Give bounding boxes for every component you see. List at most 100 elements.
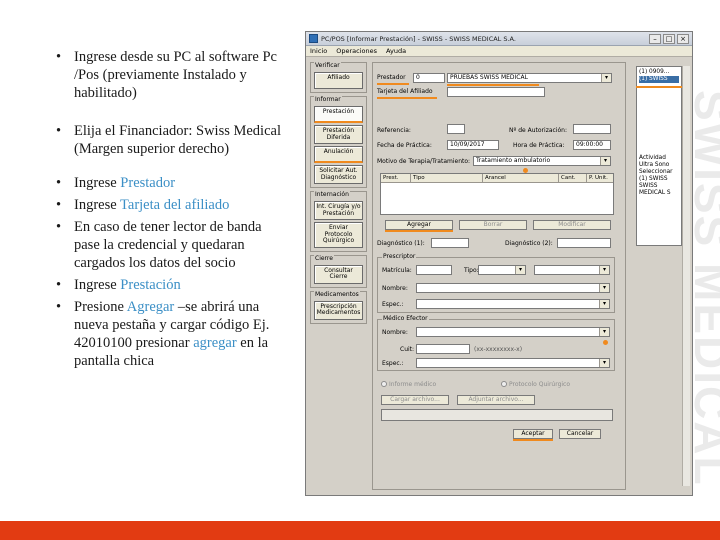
bullet-text: Ingrese [74,175,121,191]
consultar-cierre-button[interactable]: Consultar Cierre [314,264,363,284]
bullet-highlight: Tarjeta del afiliado [120,197,230,213]
prestaciones-grid[interactable]: Prest. Tipo Arancel Cant. P. Unit. [380,173,614,215]
financiador-list[interactable]: (1) 0909... (1) SWISS Actividad Ultra So… [636,66,682,246]
cancelar-button[interactable]: Cancelar [559,429,601,439]
tipo-extra-select[interactable] [534,265,610,275]
efector-nombre-select[interactable] [416,327,610,337]
nro-autorizacion-input[interactable] [573,124,611,134]
prestador-select[interactable]: PRUEBAS SWISS MEDICAL [447,73,612,83]
hora-input[interactable]: 09:00:00 [573,140,611,150]
title-bar: PC/POS [Informar Prestación] - SWISS - S… [306,32,692,46]
grid-header: Prest. Tipo Arancel Cant. P. Unit. [381,174,613,183]
efector-marker [603,340,608,345]
col-arancel: Arancel [483,174,559,182]
aceptar-highlight [513,439,553,441]
prestador-highlight [377,83,409,85]
minimize-button[interactable]: – [649,33,661,44]
bullet-highlight: Prestación [120,277,181,293]
efector-espec-select[interactable] [416,358,610,368]
bullet-text: Ingrese [74,277,121,293]
prestador-label: Prestador [377,74,406,81]
bullet-item: Ingrese Prestador [50,174,290,192]
col-punit: P. Unit. [589,175,608,181]
nav-group-title: Verificar [314,62,341,69]
efector-nombre-label: Nombre: [382,329,408,336]
maximize-button[interactable]: □ [663,33,675,44]
bullet-item: Ingrese desde su PC al software Pc /Pos … [50,48,290,102]
enviar-protocolo-button[interactable]: Enviar Protocolo Quirúrgico [314,222,363,248]
nav-group-informar: Informar Prestación Prestación Diferida … [310,96,367,188]
nav-group-medicamentos: Medicamentos Prescripción Medicamentos [310,290,367,324]
medico-efector-title: Médico Efector [382,315,429,322]
fecha-input[interactable]: 10/09/2017 [447,140,499,150]
tarjeta-highlight [377,97,437,99]
medico-efector-group: Médico Efector Nombre: Cuit: (xx-xxxxxxx… [377,315,615,371]
app-window: PC/POS [Informar Prestación] - SWISS - S… [305,31,693,496]
adjuntar-archivo-button[interactable]: Adjuntar archivo... [457,395,535,405]
bullet-item: En caso de tener lector de banda pase la… [50,218,290,272]
modificar-button[interactable]: Modificar [533,220,611,230]
anulacion-button[interactable]: Anulación [314,146,363,163]
cuit-input[interactable] [416,344,470,354]
archivo-path-field [381,409,613,421]
diag1-label: Diagnóstico (1): [377,240,425,247]
tarjeta-label: Tarjeta del Afiliado [377,88,433,95]
prestacion-diferida-button[interactable]: Prestación Diferida [314,125,363,144]
prestacion-button[interactable]: Prestación [314,106,363,123]
menu-inicio[interactable]: Inicio [310,47,327,55]
informe-medico-radio[interactable]: Informe médico [381,381,436,388]
nav-group-title: Cierre [314,254,334,262]
prestador-code-input[interactable]: 0 [413,73,445,83]
bullet-text: Ingrese desde su PC al software Pc /Pos … [74,49,277,101]
afiliado-button[interactable]: Afiliado [314,72,363,89]
prescripcion-medicamentos-button[interactable]: Prescripción Medicamentos [314,300,363,320]
matricula-label: Matrícula: [382,267,412,274]
menu-operaciones[interactable]: Operaciones [336,47,377,55]
footer-bar [0,521,720,540]
bullet-text: Elija el Financiador: Swiss Medical (Mar… [74,123,281,157]
vertical-scrollbar[interactable] [682,66,690,486]
motivo-select[interactable]: Tratamiento ambulatorio [473,156,611,166]
protocolo-quirurgico-radio[interactable]: Protocolo Quirúrgico [501,381,570,388]
agregar-button[interactable]: Agregar [385,220,453,230]
list-item: Actividad [639,155,666,161]
menu-bar: Inicio Operaciones Ayuda [306,46,692,57]
referencia-input[interactable] [447,124,465,134]
nav-group-title: Medicamentos [314,290,360,298]
diag2-input[interactable] [557,238,611,248]
int-cirugia-button[interactable]: Int. Cirugía y/o Prestación [314,201,363,220]
financiador-highlight [636,86,682,88]
matricula-input[interactable] [416,265,452,275]
solicitar-aut-button[interactable]: Solicitar Aut. Diagnóstico [314,165,363,184]
tipo-select[interactable] [478,265,526,275]
diag1-input[interactable] [431,238,469,248]
bullet-item: Presione Agregar –se abrirá una nueva pe… [50,298,290,370]
prescriptor-espec-select[interactable] [416,299,610,309]
menu-ayuda[interactable]: Ayuda [386,47,406,55]
nav-group-verificar: Verificar Afiliado [310,62,367,93]
borrar-button[interactable]: Borrar [459,220,527,230]
cargar-archivo-button[interactable]: Cargar archivo... [381,395,449,405]
tarjeta-input[interactable] [447,87,545,97]
bullet-highlight: agregar [193,335,237,351]
list-item[interactable]: (1) 0909... [639,69,679,76]
bullet-item: Elija el Financiador: Swiss Medical (Mar… [50,122,290,158]
prescriptor-group: Prescriptor Matrícula: Tipo: Nombre: Esp… [377,253,615,313]
col-cant: Cant. [559,174,587,182]
cuit-format-hint: (xx-xxxxxxxx-x) [474,346,523,353]
bullet-highlight: Prestador [120,175,176,191]
list-item-selected[interactable]: (1) SWISS [639,76,679,83]
prestador-select-highlight [447,84,539,86]
prestacion-form: Prestador 0 PRUEBAS SWISS MEDICAL Tarjet… [372,62,626,490]
close-button[interactable]: × [677,33,689,44]
bullet-text: En caso de tener lector de banda pase la… [74,219,262,271]
bullet-item: Ingrese Prestación [50,276,290,294]
aceptar-button[interactable]: Aceptar [513,429,553,439]
espec-label: Espec.: [382,301,404,308]
motivo-label: Motivo de Terapia/Tratamiento: [377,158,471,165]
bullet-item: Ingrese Tarjeta del afiliado [50,196,290,214]
bullet-text: Presione [74,299,127,315]
nav-group-title: Internación [314,191,350,198]
efector-espec-label: Espec.: [382,360,404,367]
prescriptor-nombre-select[interactable] [416,283,610,293]
